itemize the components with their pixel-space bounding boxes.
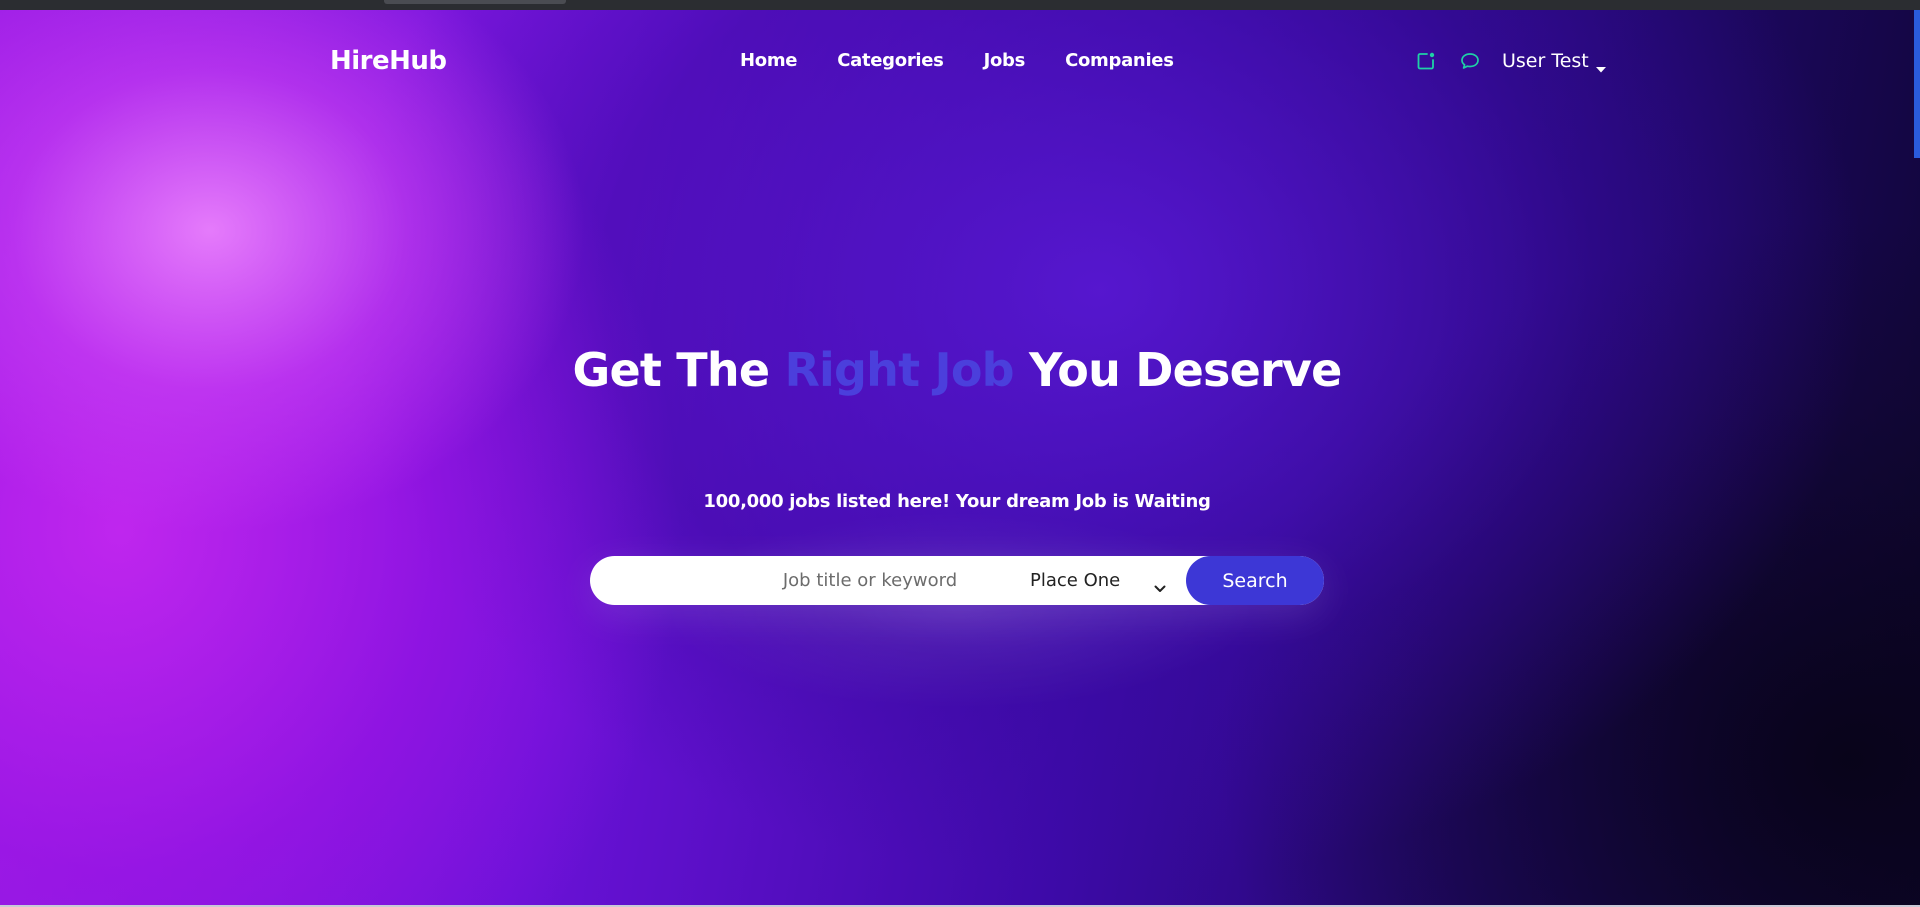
hero-subtitle: 100,000 jobs listed here! Your dream Job… [703, 491, 1211, 512]
nav-link-categories[interactable]: Categories [837, 50, 944, 71]
headline-part-1: Get The [572, 343, 785, 397]
browser-tab-indicator [384, 0, 566, 4]
caret-down-icon [1595, 57, 1607, 73]
nav-right: User Test [1416, 48, 1607, 74]
user-name: User Test [1502, 50, 1589, 72]
browser-top-strip [0, 0, 1920, 10]
search-bar: Place One Search [590, 556, 1324, 605]
user-menu-dropdown[interactable]: User Test [1502, 50, 1607, 73]
nav-link-companies[interactable]: Companies [1065, 50, 1174, 71]
navbar: HireHub Home Categories Jobs Companies U… [0, 10, 1920, 112]
nav-links: Home Categories Jobs Companies [740, 50, 1174, 71]
chevron-down-icon [1154, 577, 1166, 592]
place-select-value: Place One [1030, 570, 1121, 591]
hero-headline: Get The Right Job You Deserve [560, 338, 1354, 402]
chat-icon[interactable] [1460, 51, 1480, 71]
nav-link-jobs[interactable]: Jobs [984, 50, 1026, 71]
nav-link-home[interactable]: Home [740, 50, 798, 71]
place-select[interactable]: Place One [1030, 556, 1180, 605]
search-input[interactable] [740, 556, 1000, 605]
new-post-icon[interactable] [1416, 51, 1436, 71]
headline-part-2: You Deserve [1013, 343, 1342, 397]
search-button[interactable]: Search [1186, 556, 1324, 605]
brand-logo[interactable]: HireHub [330, 46, 447, 76]
hero-section [0, 10, 1920, 907]
headline-accent: Right Job [784, 343, 1014, 397]
